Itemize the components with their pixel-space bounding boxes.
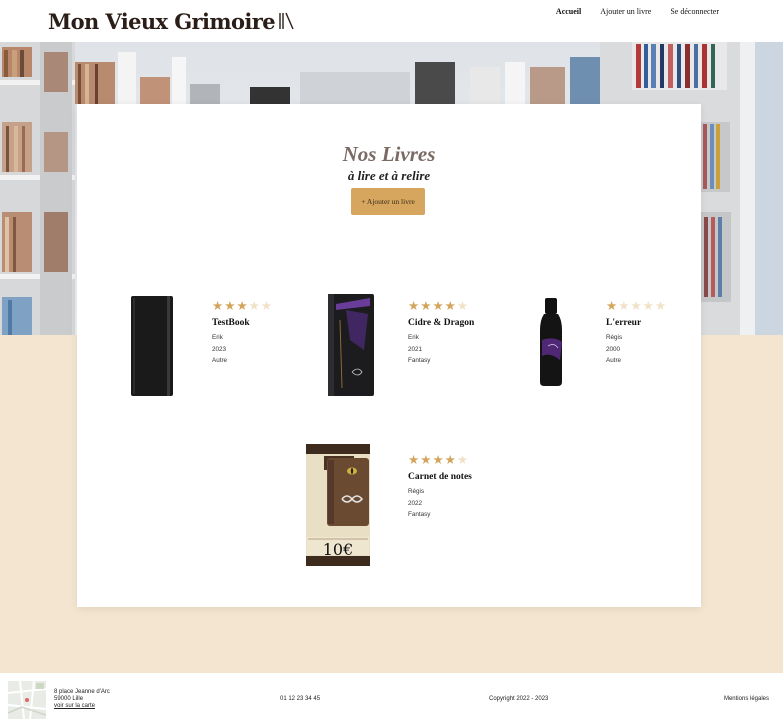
star-icon: ★ — [224, 298, 236, 313]
star-icon: ★ — [408, 452, 420, 467]
books-card: Nos Livres à lire et à relire + Ajouter … — [77, 104, 701, 607]
footer-phone: 01 12 23 34 45 — [280, 696, 321, 702]
star-icon: ★ — [654, 298, 667, 313]
book-genre: Fantasy — [408, 511, 431, 519]
map-thumbnail-icon[interactable] — [8, 681, 46, 719]
rating-stars: ★ ★ ★ ★ ★ — [408, 298, 498, 313]
book-author: Régis — [606, 334, 623, 341]
book-cover — [110, 290, 206, 415]
book-author: Régis — [408, 488, 425, 495]
footer-address: 8 place Jeanne d'Arc 59000 Lille voir su… — [54, 689, 110, 710]
star-icon: ★ — [248, 298, 260, 313]
see-on-map-link[interactable]: voir sur la carte — [54, 703, 110, 710]
page-title: Nos Livres — [342, 142, 436, 166]
dark-book-purple-icon — [306, 290, 402, 415]
star-icon: ★ — [236, 298, 248, 313]
star-icon: ★ — [420, 298, 432, 313]
star-icon: ★ — [260, 298, 273, 313]
main-nav: Accueil Ajouter un livre Se déconnecter — [556, 7, 719, 16]
star-icon: ★ — [212, 298, 224, 313]
black-bottle-icon — [504, 290, 600, 415]
rating-stars: ★ ★ ★ ★ ★ — [212, 298, 302, 313]
book-cover — [306, 290, 402, 415]
book-card[interactable]: 10€ ★ ★ ★ ★ ★ Carnet de notes Régis 2022… — [306, 444, 496, 569]
star-icon: ★ — [444, 298, 456, 313]
book-title: Cidre & Dragon — [408, 318, 475, 328]
address-line-1: 8 place Jeanne d'Arc — [54, 689, 110, 695]
book-title: TestBook — [212, 318, 250, 328]
site-header: Mon Vieux Grimoire Accueil Ajouter un li… — [0, 0, 783, 42]
star-icon: ★ — [630, 298, 642, 313]
star-icon: ★ — [618, 298, 630, 313]
star-icon: ★ — [432, 452, 444, 467]
book-cover — [504, 290, 600, 415]
page-subtitle: à lire et à relire — [347, 168, 431, 183]
footer-copyright: Copyright 2022 - 2023 — [489, 696, 549, 702]
star-icon: ★ — [408, 298, 420, 313]
cover-price: 10€ — [322, 540, 354, 559]
site-logo[interactable]: Mon Vieux Grimoire — [48, 7, 297, 35]
book-author: Erik — [408, 334, 419, 341]
star-icon: ★ — [432, 298, 444, 313]
star-icon: ★ — [456, 452, 469, 467]
logo-text: Mon Vieux Grimoire — [48, 8, 276, 34]
book-year: 2021 — [408, 345, 423, 353]
black-notebook-icon — [110, 290, 206, 415]
book-genre: Autre — [606, 357, 622, 365]
book-card[interactable]: ★ ★ ★ ★ ★ Cidre & Dragon Erik 2021 Fanta… — [306, 290, 496, 415]
rating-stars: ★ ★ ★ ★ ★ — [606, 298, 696, 313]
star-icon: ★ — [606, 298, 618, 313]
books-logo-icon — [279, 12, 294, 30]
nav-logout[interactable]: Se déconnecter — [670, 7, 719, 16]
book-card[interactable]: ★ ★ ★ ★ ★ TestBook Erik 2023 Autre — [110, 290, 300, 415]
star-icon: ★ — [420, 452, 432, 467]
rating-stars: ★ ★ ★ ★ ★ — [408, 452, 498, 467]
star-icon: ★ — [444, 452, 456, 467]
book-title: Carnet de notes — [408, 472, 472, 482]
book-year: 2022 — [408, 499, 423, 507]
nav-home[interactable]: Accueil — [556, 7, 581, 16]
star-icon: ★ — [642, 298, 654, 313]
star-icon: ★ — [456, 298, 469, 313]
book-genre: Autre — [212, 357, 228, 365]
book-year: 2023 — [212, 345, 227, 353]
add-book-button[interactable]: + Ajouter un livre — [351, 188, 425, 215]
site-footer: 8 place Jeanne d'Arc 59000 Lille voir su… — [0, 673, 783, 720]
book-genre: Fantasy — [408, 357, 431, 365]
book-title: L'erreur — [606, 318, 642, 328]
book-year: 2000 — [606, 345, 621, 353]
legal-notice-link[interactable]: Mentions légales — [724, 696, 769, 702]
book-card[interactable]: ★ ★ ★ ★ ★ L'erreur Régis 2000 Autre — [504, 290, 694, 415]
address-line-2: 59000 Lille — [54, 696, 84, 702]
book-author: Erik — [212, 334, 223, 341]
nav-add-book[interactable]: Ajouter un livre — [600, 7, 651, 16]
